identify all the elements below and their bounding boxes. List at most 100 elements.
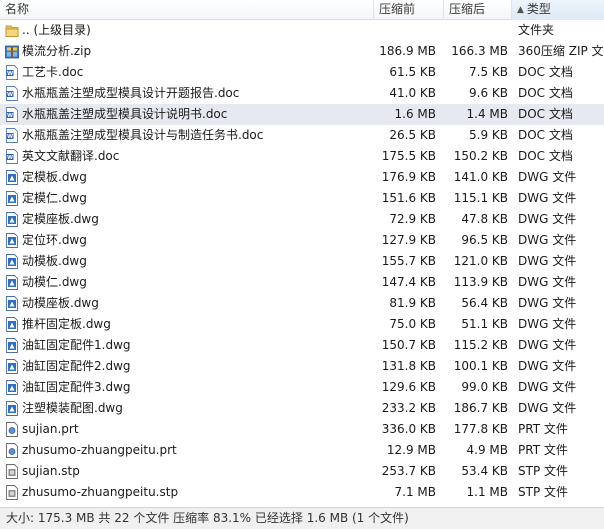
svg-text:W: W xyxy=(7,71,13,77)
file-packed-size: 1.1 MB xyxy=(466,485,508,499)
file-type: DWG 文件 xyxy=(518,233,577,247)
file-row[interactable]: 动模仁.dwg 147.4 KB 113.9 KB DWG 文件 xyxy=(0,272,604,293)
dwg-file-icon xyxy=(5,233,19,248)
file-name: 动模仁.dwg xyxy=(22,275,87,289)
file-packed-size: 47.8 KB xyxy=(461,212,508,226)
file-type: DWG 文件 xyxy=(518,212,577,226)
file-size: 336.0 KB xyxy=(381,422,436,436)
column-header-type[interactable]: ▲ 类型 xyxy=(512,0,604,20)
file-name: sujian.prt xyxy=(22,422,79,436)
file-name: 水瓶瓶盖注塑成型模具设计开题报告.doc xyxy=(22,86,240,100)
svg-text:W: W xyxy=(7,113,13,119)
file-name: 油缸固定配件2.dwg xyxy=(22,359,131,373)
file-type: DWG 文件 xyxy=(518,317,577,331)
file-row[interactable]: 油缸固定配件2.dwg 131.8 KB 100.1 KB DWG 文件 xyxy=(0,356,604,377)
file-type: DWG 文件 xyxy=(518,275,577,289)
file-row[interactable]: 油缸固定配件1.dwg 150.7 KB 115.2 KB DWG 文件 xyxy=(0,335,604,356)
file-row[interactable]: sujian.stp 253.7 KB 53.4 KB STP 文件 xyxy=(0,461,604,482)
file-row[interactable]: 注塑模装配图.dwg 233.2 KB 186.7 KB DWG 文件 xyxy=(0,398,604,419)
file-row[interactable]: 定模板.dwg 176.9 KB 141.0 KB DWG 文件 xyxy=(0,167,604,188)
file-name: 动模板.dwg xyxy=(22,254,87,268)
file-row[interactable]: W 水瓶瓶盖注塑成型模具设计与制造任务书.doc 26.5 KB 5.9 KB DOC … xyxy=(0,125,604,146)
file-row[interactable]: 定模座板.dwg 72.9 KB 47.8 KB DWG 文件 xyxy=(0,209,604,230)
file-row[interactable]: W 水瓶瓶盖注塑成型模具设计开题报告.doc 41.0 KB 9.6 KB DOC 文档 xyxy=(0,83,604,104)
svg-text:W: W xyxy=(7,134,13,140)
doc-file-icon: W xyxy=(5,65,19,80)
doc-file-icon: W xyxy=(5,128,19,143)
dwg-file-icon xyxy=(5,170,19,185)
column-header-type-label: 类型 xyxy=(526,2,551,16)
file-row[interactable]: zhusumo-zhuangpeitu.stp 7.1 MB 1.1 MB STP 文… xyxy=(0,482,604,503)
file-size: 131.8 KB xyxy=(381,359,436,373)
file-row[interactable]: .. (上级目录) 文件夹 xyxy=(0,20,604,41)
file-name: zhusumo-zhuangpeitu.prt xyxy=(22,443,177,457)
file-type: STP 文件 xyxy=(518,464,568,478)
file-name: 定模座板.dwg xyxy=(22,212,99,226)
file-row[interactable]: W 水瓶瓶盖注塑成型模具设计说明书.doc 1.6 MB 1.4 MB DOC 文档 xyxy=(0,104,604,125)
file-name: .. (上级目录) xyxy=(22,23,91,37)
file-row[interactable]: sujian.prt 336.0 KB 177.8 KB PRT 文件 xyxy=(0,419,604,440)
file-packed-size: 141.0 KB xyxy=(453,170,508,184)
file-size: 1.6 MB xyxy=(394,107,436,121)
file-type: 360压缩 ZIP 文件 xyxy=(518,44,604,58)
status-bar: 大小: 175.3 MB 共 22 个文件 压缩率 83.1% 已经选择 1.6… xyxy=(0,507,604,529)
file-packed-size: 121.0 KB xyxy=(453,254,508,268)
file-packed-size: 115.1 KB xyxy=(453,191,508,205)
file-size: 186.9 MB xyxy=(379,44,436,58)
status-text: 大小: 175.3 MB 共 22 个文件 压缩率 83.1% 已经选择 1.6… xyxy=(6,511,409,525)
file-size: 253.7 KB xyxy=(381,464,436,478)
file-size: 41.0 KB xyxy=(389,86,436,100)
file-size: 127.9 KB xyxy=(381,233,436,247)
dwg-file-icon xyxy=(5,317,19,332)
file-row[interactable]: 动模板.dwg 155.7 KB 121.0 KB DWG 文件 xyxy=(0,251,604,272)
prt-file-icon xyxy=(5,443,19,458)
file-row[interactable]: zhusumo-zhuangpeitu.prt 12.9 MB 4.9 MB PRT … xyxy=(0,440,604,461)
file-type: PRT 文件 xyxy=(518,443,568,457)
file-row[interactable]: 油缸固定配件3.dwg 129.6 KB 99.0 KB DWG 文件 xyxy=(0,377,604,398)
file-packed-size: 5.9 KB xyxy=(469,128,508,142)
file-name: 注塑模装配图.dwg xyxy=(22,401,123,415)
file-type: DOC 文档 xyxy=(518,86,573,100)
file-type: DWG 文件 xyxy=(518,254,577,268)
file-name: sujian.stp xyxy=(22,464,80,478)
column-header-packed[interactable]: 压缩后 xyxy=(444,0,512,20)
file-row[interactable]: 推杆固定板.dwg 75.0 KB 51.1 KB DWG 文件 xyxy=(0,314,604,335)
file-row[interactable]: W 工艺卡.doc 61.5 KB 7.5 KB DOC 文档 xyxy=(0,62,604,83)
file-type: DWG 文件 xyxy=(518,191,577,205)
column-header-size[interactable]: 压缩前 xyxy=(374,0,444,20)
stp-file-icon xyxy=(5,485,19,500)
file-size: 26.5 KB xyxy=(389,128,436,142)
column-header-size-label: 压缩前 xyxy=(379,2,416,16)
dwg-file-icon xyxy=(5,254,19,269)
svg-text:W: W xyxy=(7,155,13,161)
file-row[interactable]: 定位环.dwg 127.9 KB 96.5 KB DWG 文件 xyxy=(0,230,604,251)
file-size: 12.9 MB xyxy=(386,443,436,457)
file-row[interactable]: W 英文文献翻译.doc 175.5 KB 150.2 KB DOC 文档 xyxy=(0,146,604,167)
file-type: STP 文件 xyxy=(518,485,568,499)
dwg-file-icon xyxy=(5,275,19,290)
file-row[interactable]: 定模仁.dwg 151.6 KB 115.1 KB DWG 文件 xyxy=(0,188,604,209)
file-row[interactable]: 模流分析.zip 186.9 MB 166.3 MB 360压缩 ZIP 文件 xyxy=(0,41,604,62)
file-packed-size: 186.7 KB xyxy=(453,401,508,415)
file-type: DWG 文件 xyxy=(518,296,577,310)
file-size: 175.5 KB xyxy=(381,149,436,163)
column-header-packed-label: 压缩后 xyxy=(449,2,486,16)
file-type: DOC 文档 xyxy=(518,107,573,121)
dwg-file-icon xyxy=(5,380,19,395)
file-packed-size: 166.3 MB xyxy=(451,44,508,58)
file-row[interactable]: 动模座板.dwg 81.9 KB 56.4 KB DWG 文件 xyxy=(0,293,604,314)
file-name: 工艺卡.doc xyxy=(22,65,84,79)
file-type: DOC 文档 xyxy=(518,128,573,142)
prt-file-icon xyxy=(5,422,19,437)
file-name: 水瓶瓶盖注塑成型模具设计与制造任务书.doc xyxy=(22,128,264,142)
file-name: 定位环.dwg xyxy=(22,233,87,247)
file-size: 151.6 KB xyxy=(381,191,436,205)
file-size: 7.1 MB xyxy=(394,485,436,499)
file-type: DWG 文件 xyxy=(518,338,577,352)
file-packed-size: 7.5 KB xyxy=(469,65,508,79)
file-size: 129.6 KB xyxy=(381,380,436,394)
file-packed-size: 4.9 MB xyxy=(466,443,508,457)
file-size xyxy=(346,20,436,41)
file-name: 油缸固定配件1.dwg xyxy=(22,338,131,352)
column-header-name[interactable]: 名称 xyxy=(0,0,374,20)
